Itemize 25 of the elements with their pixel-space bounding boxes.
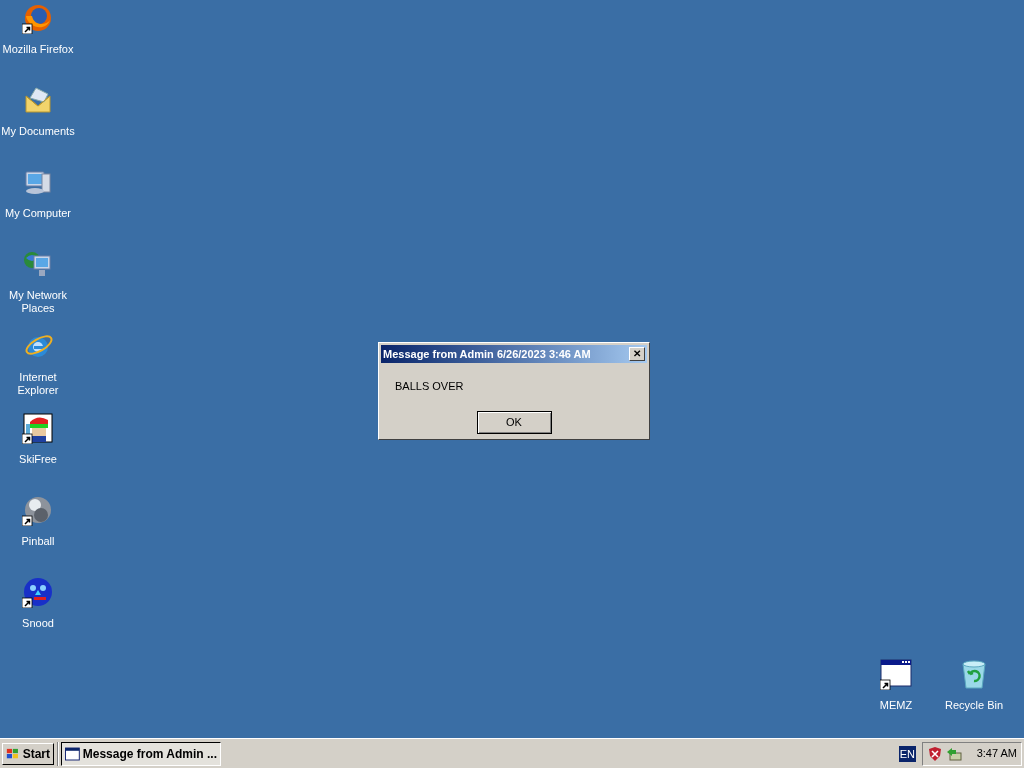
ok-button[interactable]: OK (476, 410, 552, 434)
icon-label[interactable]: MEMZ (879, 699, 913, 712)
round-face-icon[interactable] (22, 576, 54, 608)
icon-label[interactable]: SkiFree (19, 453, 57, 466)
skier-face-icon[interactable] (22, 412, 54, 444)
message-text: BALLS OVER (395, 379, 465, 394)
windows-flag-icon (6, 746, 20, 761)
icon-label[interactable]: Snood (22, 617, 54, 630)
icon-label[interactable]: My Network Places (0, 289, 76, 315)
close-button[interactable]: ✕ (629, 347, 645, 361)
icon-label[interactable]: My Documents (1, 125, 75, 138)
window-icon (65, 746, 80, 761)
start-button[interactable]: Start (2, 742, 54, 765)
clock[interactable]: 3:47 AM (976, 745, 1017, 762)
icon-label[interactable]: My Computer (5, 207, 71, 220)
window-title: Message from Admin 6/26/2023 3:46 AM (383, 346, 591, 362)
icon-label[interactable]: Recycle Bin (944, 699, 1004, 712)
icon-label[interactable]: Internet Explorer (0, 371, 76, 397)
metal-ball-icon[interactable] (22, 494, 54, 526)
language-indicator[interactable]: EN (898, 745, 916, 762)
window-icon[interactable] (880, 658, 912, 690)
icon-label[interactable]: Pinball (21, 535, 55, 548)
taskbar-button[interactable]: Message from Admin ... (61, 741, 221, 766)
shield-icon[interactable] (927, 745, 943, 762)
icon-label[interactable]: Mozilla Firefox (2, 43, 74, 56)
